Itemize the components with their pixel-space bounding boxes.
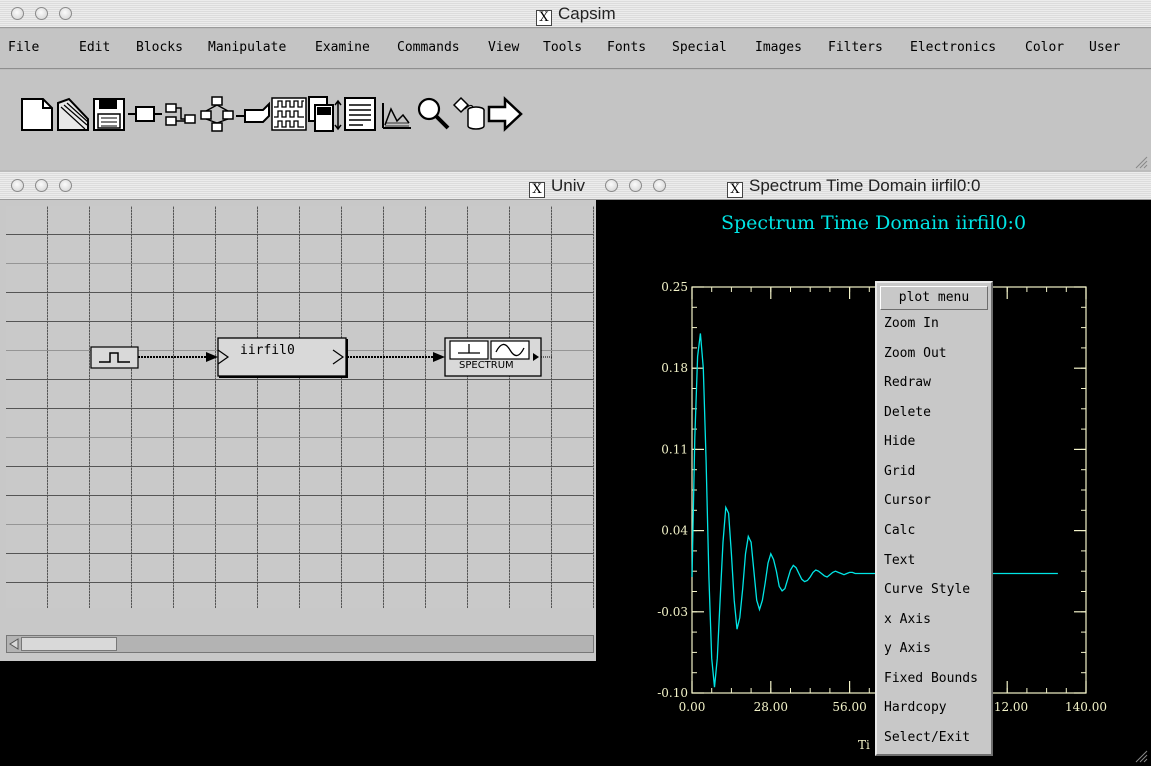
plot-titlebar[interactable]: X Spectrum Time Domain iirfil0:0 (596, 172, 1151, 200)
arrow-right-icon[interactable] (487, 95, 523, 133)
plot-menu-curve-style[interactable]: Curve Style (884, 582, 970, 597)
plot-menu-delete[interactable]: Delete (884, 405, 931, 420)
scroll-left-arrow-icon[interactable] (8, 637, 20, 651)
main-window-title: X Capsim (536, 4, 616, 26)
open-folder-icon[interactable] (55, 95, 91, 133)
x-tick-label: 28.00 (754, 700, 788, 714)
menu-blocks[interactable]: Blocks (136, 40, 183, 55)
time-domain-plot[interactable]: 0.25 0.18 0.11 0.04 -0.03 -0.100.00 28.00 56.00… (596, 200, 1151, 766)
plot-menu-calc[interactable]: Calc (884, 523, 915, 538)
menubar: File Edit Blocks Manipulate Examine Comm… (0, 29, 1151, 69)
toolbar (0, 70, 1151, 170)
cylinder-icon[interactable] (451, 95, 487, 133)
block-icon[interactable] (127, 95, 163, 133)
y-tick-label: 0.25 (661, 280, 688, 294)
minimize-window-button[interactable] (35, 7, 48, 20)
horizontal-scrollbar[interactable] (6, 635, 594, 653)
main-window-title-text: Capsim (558, 4, 616, 23)
menu-examine[interactable]: Examine (315, 40, 370, 55)
iirfil-block-label: iirfil0 (240, 343, 295, 358)
resize-grip-icon[interactable] (1132, 153, 1148, 169)
plot-menu-header: plot menu (880, 286, 988, 310)
plot-menu-zoom-out[interactable]: Zoom Out (884, 346, 947, 361)
magnifier-icon[interactable] (415, 95, 451, 133)
menu-user[interactable]: User (1089, 40, 1120, 55)
plot-menu-zoom-in[interactable]: Zoom In (884, 316, 939, 331)
plot-menu-redraw[interactable]: Redraw (884, 375, 931, 390)
y-tick-label: -0.03 (657, 605, 688, 619)
plot-menu-y-axis[interactable]: y Axis (884, 641, 931, 656)
menu-electronics[interactable]: Electronics (910, 40, 996, 55)
plot-menu-fixed-bounds[interactable]: Fixed Bounds (884, 671, 978, 686)
probe-icon[interactable] (235, 95, 271, 133)
scrollbar-thumb[interactable] (21, 637, 117, 651)
universe-window: X Univ iirfil0 SPECTRUM (0, 172, 600, 661)
plot-menu-select-exit[interactable]: Select/Exit (884, 730, 970, 745)
y-tick-label: 0.18 (661, 361, 688, 375)
menu-images[interactable]: Images (755, 40, 802, 55)
plot-menu-hardcopy[interactable]: Hardcopy (884, 700, 947, 715)
copy-icon[interactable] (307, 95, 343, 133)
list-icon[interactable] (343, 95, 379, 133)
connect-blocks-icon[interactable] (163, 95, 199, 133)
x-tick-label: 140.00 (1065, 700, 1107, 714)
menu-fonts[interactable]: Fonts (607, 40, 646, 55)
close-window-button[interactable] (605, 179, 618, 192)
plot-window-title-text: Spectrum Time Domain iirfil0:0 (749, 176, 981, 195)
capsim-main-window: X Capsim File Edit Blocks Manipulate Exam… (0, 0, 1151, 172)
menu-view[interactable]: View (488, 40, 519, 55)
menu-commands[interactable]: Commands (397, 40, 460, 55)
spectrum-block-label: SPECTRUM (459, 360, 514, 371)
plot-menu-hide[interactable]: Hide (884, 434, 915, 449)
x-tick-label: 56.00 (832, 700, 866, 714)
menu-file[interactable]: File (8, 40, 39, 55)
plot-menu: plot menu Zoom In Zoom Out Redraw Delete… (875, 281, 993, 756)
pulse-source-block[interactable] (90, 346, 139, 369)
hierarchy-icon[interactable] (199, 95, 235, 133)
zoom-window-button[interactable] (653, 179, 666, 192)
minimize-window-button[interactable] (629, 179, 642, 192)
y-tick-label: 0.11 (661, 442, 688, 456)
x-axis-label: Ti (858, 738, 870, 752)
main-titlebar[interactable]: X Capsim (0, 0, 1151, 28)
menu-color[interactable]: Color (1025, 40, 1064, 55)
block-diagram-connections (90, 337, 552, 378)
waveform-icon[interactable] (271, 95, 307, 133)
close-window-button[interactable] (11, 7, 24, 20)
new-file-icon[interactable] (19, 95, 55, 133)
x-tick-label: 0.00 (679, 700, 706, 714)
zoom-window-button[interactable] (59, 7, 72, 20)
menu-edit[interactable]: Edit (79, 40, 110, 55)
resize-grip-icon[interactable] (1132, 747, 1148, 763)
spectrum-plot-window: X Spectrum Time Domain iirfil0:0 Spectrum… (596, 172, 1151, 766)
plot-menu-grid[interactable]: Grid (884, 464, 915, 479)
plot-menu-cursor[interactable]: Cursor (884, 493, 931, 508)
plot-window-title: X Spectrum Time Domain iirfil0:0 (727, 176, 980, 198)
plot-icon[interactable] (379, 95, 415, 133)
x11-icon: X (727, 182, 743, 198)
y-tick-label: 0.04 (661, 524, 688, 538)
plot-menu-x-axis[interactable]: x Axis (884, 612, 931, 627)
save-disk-icon[interactable] (91, 95, 127, 133)
menu-filters[interactable]: Filters (828, 40, 883, 55)
menu-manipulate[interactable]: Manipulate (208, 40, 286, 55)
plot-menu-text[interactable]: Text (884, 553, 915, 568)
x11-icon: X (536, 10, 552, 26)
y-tick-label: -0.10 (657, 686, 688, 700)
menu-special[interactable]: Special (672, 40, 727, 55)
menu-tools[interactable]: Tools (543, 40, 582, 55)
